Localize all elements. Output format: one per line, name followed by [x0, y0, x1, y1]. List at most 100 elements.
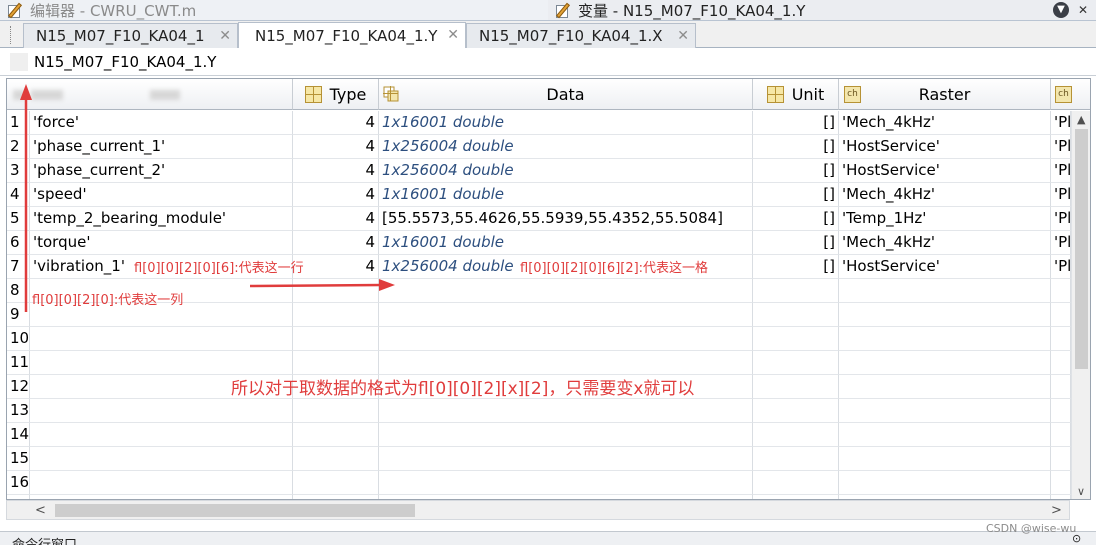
extra-cell[interactable]	[1051, 399, 1071, 423]
unit-cell[interactable]	[753, 471, 839, 495]
scroll-down-icon[interactable]: ∨	[1077, 485, 1085, 498]
type-cell[interactable]: 4	[293, 111, 379, 135]
tab-close-icon[interactable]: ✕	[677, 28, 689, 44]
raster-cell[interactable]	[839, 375, 1051, 399]
unit-cell[interactable]: []	[753, 111, 839, 135]
tab-x[interactable]: N15_M07_F10_KA04_1.X ✕	[466, 23, 696, 48]
unit-cell[interactable]: []	[753, 159, 839, 183]
command-window-bar[interactable]: 命令行窗口 ⊙	[0, 531, 1096, 545]
data-cell[interactable]	[379, 423, 753, 447]
column-header-raster[interactable]: ch Raster	[839, 79, 1051, 110]
tab-struct[interactable]: N15_M07_F10_KA04_1 ✕	[23, 23, 238, 48]
editor-title-bar[interactable]: 编辑器 - CWRU_CWT.m	[0, 0, 548, 21]
vertical-scroll-thumb[interactable]	[1075, 129, 1088, 369]
type-cell[interactable]	[293, 279, 379, 303]
field-name-cell[interactable]	[30, 471, 293, 495]
data-cell[interactable]	[379, 399, 753, 423]
type-cell[interactable]: 4	[293, 159, 379, 183]
vertical-scrollbar[interactable]: ▲ ∨	[1071, 111, 1090, 499]
table-row[interactable]: 13	[7, 399, 1090, 423]
unit-cell[interactable]: []	[753, 231, 839, 255]
table-row[interactable]: 14	[7, 423, 1090, 447]
extra-cell[interactable]	[1051, 303, 1071, 327]
raster-cell[interactable]: 'HostService'	[839, 159, 1051, 183]
data-cell[interactable]	[379, 447, 753, 471]
type-cell[interactable]: 4	[293, 255, 379, 279]
raster-cell[interactable]: 'Mech_4kHz'	[839, 183, 1051, 207]
raster-cell[interactable]: 'HostService'	[839, 135, 1051, 159]
extra-cell[interactable]	[1051, 327, 1071, 351]
data-cell[interactable]: [55.5573,55.4626,55.5939,55.4352,55.5084…	[379, 207, 753, 231]
column-header-unit[interactable]: Unit	[753, 79, 839, 110]
field-name-cell[interactable]: 'speed'	[30, 183, 293, 207]
unit-cell[interactable]	[753, 423, 839, 447]
raster-cell[interactable]	[839, 471, 1051, 495]
unit-cell[interactable]	[753, 351, 839, 375]
raster-cell[interactable]	[839, 423, 1051, 447]
type-cell[interactable]: 4	[293, 231, 379, 255]
extra-cell[interactable]: 'Pl	[1051, 183, 1071, 207]
data-cell[interactable]: 1x16001 double	[379, 183, 753, 207]
unit-cell[interactable]	[753, 303, 839, 327]
column-header-data[interactable]: Data	[379, 79, 753, 110]
unit-cell[interactable]: []	[753, 207, 839, 231]
table-row[interactable]: 6'torque' 4 1x16001 double[] 'Mech_4kHz' 'Pl	[7, 231, 1090, 255]
data-cell[interactable]	[379, 327, 753, 351]
type-cell[interactable]	[293, 303, 379, 327]
scroll-right-icon[interactable]: >	[1051, 503, 1062, 518]
table-row[interactable]: 1'force' 4 1x16001 double[] 'Mech_4kHz' 'Pl	[7, 111, 1090, 135]
extra-cell[interactable]: 'Pl	[1051, 231, 1071, 255]
extra-cell[interactable]: 'Pl	[1051, 159, 1071, 183]
type-cell[interactable]	[293, 423, 379, 447]
raster-cell[interactable]	[839, 303, 1051, 327]
unit-cell[interactable]	[753, 399, 839, 423]
data-cell[interactable]	[379, 279, 753, 303]
extra-cell[interactable]	[1051, 447, 1071, 471]
data-cell[interactable]	[379, 471, 753, 495]
type-cell[interactable]	[293, 447, 379, 471]
field-name-cell[interactable]: 'torque'	[30, 231, 293, 255]
field-name-cell[interactable]	[30, 447, 293, 471]
data-cell[interactable]	[379, 351, 753, 375]
data-cell[interactable]: 1x16001 double	[379, 231, 753, 255]
field-name-cell[interactable]: 'temp_2_bearing_module'	[30, 207, 293, 231]
raster-cell[interactable]: 'Mech_4kHz'	[839, 231, 1051, 255]
type-cell[interactable]	[293, 351, 379, 375]
type-cell[interactable]	[293, 327, 379, 351]
type-cell[interactable]: 4	[293, 135, 379, 159]
table-row[interactable]: 3'phase_current_2' 4 1x256004 double[] 'Hos…	[7, 159, 1090, 183]
field-name-cell[interactable]: 'phase_current_2'	[30, 159, 293, 183]
unit-cell[interactable]	[753, 375, 839, 399]
field-name-cell[interactable]	[30, 327, 293, 351]
raster-cell[interactable]	[839, 327, 1051, 351]
raster-cell[interactable]: 'HostService'	[839, 255, 1051, 279]
field-name-cell[interactable]: 'phase_current_1'	[30, 135, 293, 159]
raster-cell[interactable]	[839, 351, 1051, 375]
raster-cell[interactable]: 'Temp_1Hz'	[839, 207, 1051, 231]
data-cell[interactable]: 1x256004 double	[379, 135, 753, 159]
type-cell[interactable]: 4	[293, 207, 379, 231]
table-row[interactable]: 11	[7, 351, 1090, 375]
tab-close-icon[interactable]: ✕	[447, 27, 459, 43]
variable-title-bar[interactable]: 变量 - N15_M07_F10_KA04_1.Y ▼ ✕	[548, 0, 1096, 21]
table-row[interactable]: 5'temp_2_bearing_module' 4 [55.5573,55.462…	[7, 207, 1090, 231]
tab-close-icon[interactable]: ✕	[219, 28, 231, 44]
field-name-cell[interactable]: 'force'	[30, 111, 293, 135]
horizontal-scroll-thumb[interactable]	[55, 504, 415, 517]
tab-y[interactable]: N15_M07_F10_KA04_1.Y ✕	[238, 22, 466, 48]
extra-cell[interactable]	[1051, 423, 1071, 447]
scroll-up-icon[interactable]: ▲	[1077, 113, 1085, 126]
type-cell[interactable]	[293, 399, 379, 423]
raster-cell[interactable]	[839, 279, 1051, 303]
data-cell[interactable]	[379, 303, 753, 327]
extra-cell[interactable]: 'Pl	[1051, 255, 1071, 279]
unit-cell[interactable]	[753, 279, 839, 303]
column-header-field[interactable]	[7, 79, 293, 110]
extra-cell[interactable]	[1051, 279, 1071, 303]
tab-grip[interactable]	[10, 26, 12, 44]
type-cell[interactable]: 4	[293, 183, 379, 207]
table-row[interactable]: 10	[7, 327, 1090, 351]
horizontal-scrollbar[interactable]: < >	[6, 500, 1070, 520]
column-header-type[interactable]: Type	[293, 79, 379, 110]
extra-cell[interactable]: 'Pl	[1051, 207, 1071, 231]
